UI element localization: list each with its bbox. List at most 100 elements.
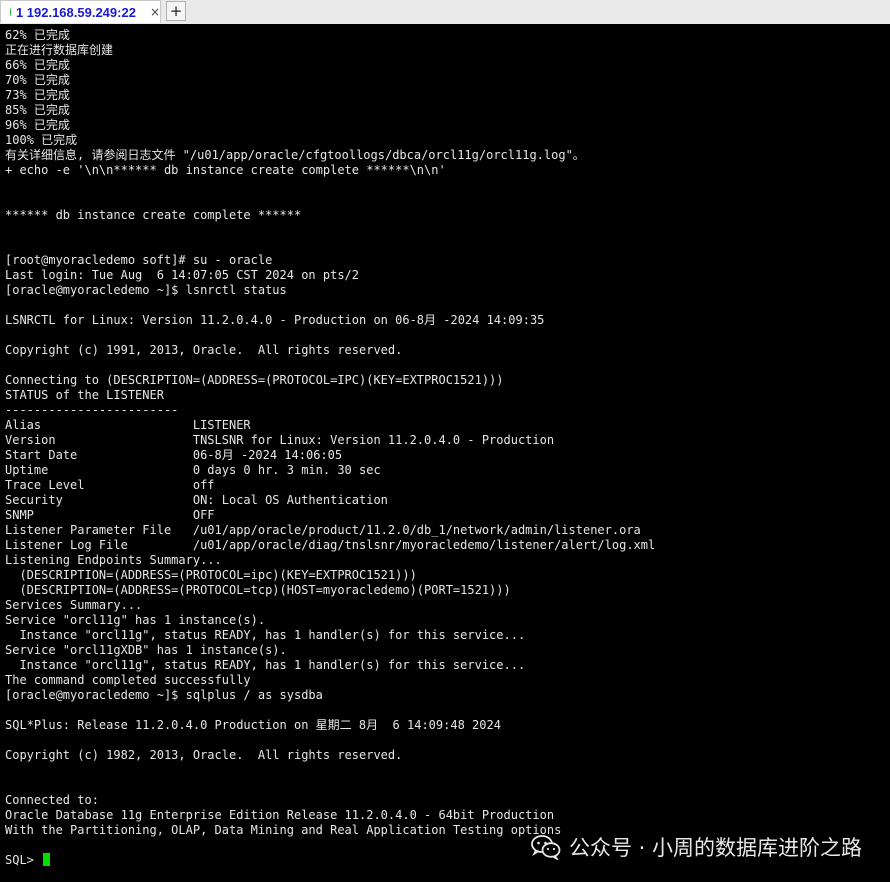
terminal-line: Alias LISTENER <box>5 418 655 433</box>
terminal-line-text: ****** db instance create complete *****… <box>5 208 302 222</box>
terminal-line-text: Connecting to (DESCRIPTION=(ADDRESS=(PRO… <box>5 373 504 387</box>
terminal-line-text: ------------------------ <box>5 403 179 417</box>
terminal-line-text: 正在进行数据库创建 <box>5 43 114 57</box>
terminal-line-text: 有关详细信息, 请参阅日志文件 "/u01/app/oracle/cfgtool… <box>5 148 585 162</box>
tab-bar: 1 192.168.59.249:22 × + <box>0 0 890 25</box>
terminal-line: Security ON: Local OS Authentication <box>5 493 655 508</box>
terminal-line-text: + echo -e '\n\n****** db instance create… <box>5 163 446 177</box>
terminal-line-text: With the Partitioning, OLAP, Data Mining… <box>5 823 562 837</box>
terminal-line: 73% 已完成 <box>5 88 655 103</box>
terminal-line-text: Copyright (c) 1991, 2013, Oracle. All ri… <box>5 343 403 357</box>
terminal-line-text: 62% 已完成 <box>5 28 70 42</box>
terminal-line-text: STATUS of the LISTENER <box>5 388 164 402</box>
terminal-line: Version TNSLSNR for Linux: Version 11.2.… <box>5 433 655 448</box>
terminal-line-text: Last login: Tue Aug 6 14:07:05 CST 2024 … <box>5 268 360 282</box>
terminal-line: [oracle@myoracledemo ~]$ lsnrctl status <box>5 283 655 298</box>
terminal-line: STATUS of the LISTENER <box>5 388 655 403</box>
terminal-line: 100% 已完成 <box>5 133 655 148</box>
terminal-line: [root@myoracledemo soft]# su - oracle <box>5 253 655 268</box>
terminal-line: Listening Endpoints Summary... <box>5 553 655 568</box>
terminal-line-text: 70% 已完成 <box>5 73 70 87</box>
terminal-line: Listener Parameter File /u01/app/oracle/… <box>5 523 655 538</box>
terminal-line-text: Listener Parameter File /u01/app/oracle/… <box>5 523 641 537</box>
terminal-line: 有关详细信息, 请参阅日志文件 "/u01/app/oracle/cfgtool… <box>5 148 655 163</box>
terminal-line: The command completed successfully <box>5 673 655 688</box>
terminal-line-text: (DESCRIPTION=(ADDRESS=(PROTOCOL=ipc)(KEY… <box>5 568 417 582</box>
terminal-line: Uptime 0 days 0 hr. 3 min. 30 sec <box>5 463 655 478</box>
terminal-line: ------------------------ <box>5 403 655 418</box>
terminal-line: SQL*Plus: Release 11.2.0.4.0 Production … <box>5 718 655 733</box>
terminal-line: 70% 已完成 <box>5 73 655 88</box>
terminal-cursor[interactable] <box>43 853 51 866</box>
terminal-line: Connecting to (DESCRIPTION=(ADDRESS=(PRO… <box>5 373 655 388</box>
terminal-line-text: Listening Endpoints Summary... <box>5 553 222 567</box>
terminal-line: 66% 已完成 <box>5 58 655 73</box>
terminal-line: 正在进行数据库创建 <box>5 43 655 58</box>
terminal-line: Copyright (c) 1982, 2013, Oracle. All ri… <box>5 748 655 763</box>
terminal-line: [oracle@myoracledemo ~]$ sqlplus / as sy… <box>5 688 655 703</box>
terminal-line-text: 73% 已完成 <box>5 88 70 102</box>
terminal-line-text: [root@myoracledemo soft]# su - oracle <box>5 253 273 267</box>
terminal-line-text: [oracle@myoracledemo ~]$ lsnrctl status <box>5 283 287 297</box>
terminal-line-text: Version TNSLSNR for Linux: Version 11.2.… <box>5 433 555 447</box>
terminal-line: Connected to: <box>5 793 655 808</box>
terminal-line: Instance "orcl11g", status READY, has 1 … <box>5 658 655 673</box>
terminal-line-text: The command completed successfully <box>5 673 251 687</box>
wechat-icon <box>531 835 561 860</box>
terminal-line-text: Copyright (c) 1982, 2013, Oracle. All ri… <box>5 748 403 762</box>
terminal-line-text: (DESCRIPTION=(ADDRESS=(PROTOCOL=tcp)(HOS… <box>5 583 511 597</box>
terminal-line-text: 85% 已完成 <box>5 103 70 117</box>
terminal-line-text: Service "orcl11g" has 1 instance(s). <box>5 613 266 627</box>
terminal-line-text: [oracle@myoracledemo ~]$ sqlplus / as sy… <box>5 688 323 702</box>
terminal-line-text: Listener Log File /u01/app/oracle/diag/t… <box>5 538 656 552</box>
terminal-line: Instance "orcl11g", status READY, has 1 … <box>5 628 655 643</box>
terminal-line: (DESCRIPTION=(ADDRESS=(PROTOCOL=ipc)(KEY… <box>5 568 655 583</box>
terminal-lines: 62% 已完成 正在进行数据库创建 66% 已完成 70% 已完成 73% 已完成 85%… <box>5 28 655 868</box>
close-tab-icon[interactable]: × <box>150 5 160 19</box>
terminal-line: Trace Level off <box>5 478 655 493</box>
terminal-line: 85% 已完成 <box>5 103 655 118</box>
terminal-line: Service "orcl11gXDB" has 1 instance(s). <box>5 643 655 658</box>
terminal-line-text: SQL> <box>5 853 42 867</box>
terminal-output[interactable]: 62% 已完成 正在进行数据库创建 66% 已完成 70% 已完成 73% 已完成 85%… <box>0 24 890 882</box>
terminal-line-text: Connected to: <box>5 793 99 807</box>
terminal-line-text: Alias LISTENER <box>5 418 251 432</box>
terminal-line-text: Security ON: Local OS Authentication <box>5 493 388 507</box>
terminal-line: Start Date 06-8月 -2024 14:06:05 <box>5 448 655 463</box>
terminal-line: Oracle Database 11g Enterprise Edition R… <box>5 808 655 823</box>
session-tab[interactable]: 1 192.168.59.249:22 × <box>0 0 161 23</box>
terminal-line-text: Start Date 06-8月 -2024 14:06:05 <box>5 448 343 462</box>
connected-status-icon <box>10 8 11 16</box>
new-tab-button[interactable]: + <box>166 1 186 21</box>
terminal-line-text: SQL*Plus: Release 11.2.0.4.0 Production … <box>5 718 501 732</box>
terminal-line: 96% 已完成 <box>5 118 655 133</box>
terminal-line-text: Services Summary... <box>5 598 143 612</box>
terminal-line-text: Service "orcl11gXDB" has 1 instance(s). <box>5 643 287 657</box>
terminal-line-text: Trace Level off <box>5 478 215 492</box>
terminal-line-text: SNMP OFF <box>5 508 215 522</box>
session-tab-title: 1 192.168.59.249:22 <box>15 4 136 20</box>
terminal-line-text: Oracle Database 11g Enterprise Edition R… <box>5 808 555 822</box>
watermark-text: 公众号 · 小周的数据库进阶之路 <box>568 836 862 860</box>
terminal-line: 62% 已完成 <box>5 28 655 43</box>
terminal-line: + echo -e '\n\n****** db instance create… <box>5 163 655 178</box>
terminal-line-text: 96% 已完成 <box>5 118 70 132</box>
terminal-line: SNMP OFF <box>5 508 655 523</box>
terminal-line: Listener Log File /u01/app/oracle/diag/t… <box>5 538 655 553</box>
terminal-line: ****** db instance create complete *****… <box>5 208 655 223</box>
terminal-line: LSNRCTL for Linux: Version 11.2.0.4.0 - … <box>5 313 655 328</box>
terminal-line-text: Uptime 0 days 0 hr. 3 min. 30 sec <box>5 463 381 477</box>
terminal-line: Last login: Tue Aug 6 14:07:05 CST 2024 … <box>5 268 655 283</box>
terminal-line-text: 66% 已完成 <box>5 58 70 72</box>
terminal-line: Copyright (c) 1991, 2013, Oracle. All ri… <box>5 343 655 358</box>
